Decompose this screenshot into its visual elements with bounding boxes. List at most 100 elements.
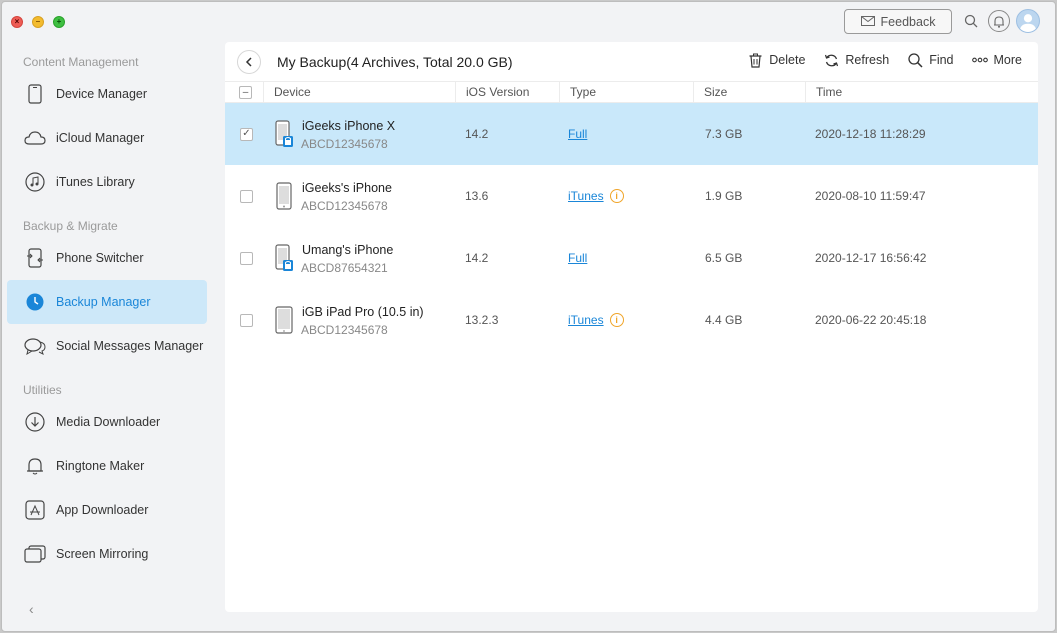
main-panel: My Backup(4 Archives, Total 20.0 GB) Del… (225, 42, 1038, 612)
row-checkbox[interactable]: ✓ (240, 127, 253, 141)
select-all-checkbox[interactable]: – (239, 86, 252, 99)
device-name: Umang's iPhone (302, 243, 394, 257)
app-store-icon (24, 499, 46, 521)
sidebar-item-app-downloader[interactable]: App Downloader (7, 488, 207, 532)
sidebar-item-itunes-library[interactable]: iTunes Library (7, 160, 207, 204)
user-avatar-icon[interactable] (1016, 9, 1040, 33)
notification-bell-icon[interactable] (988, 10, 1010, 32)
table-row[interactable]: iGeeks's iPhone ABCD12345678 13.6 iTunes… (225, 165, 1038, 227)
sidebar-item-label: iCloud Manager (56, 131, 145, 145)
row-checkbox-cell: ✓ (240, 103, 253, 165)
table-row[interactable]: iGB iPad Pro (10.5 in) ABCD12345678 13.2… (225, 289, 1038, 351)
device-id: ABCD12345678 (301, 137, 388, 151)
column-header-time[interactable]: Time (805, 82, 1038, 103)
column-header-device[interactable]: Device (263, 82, 453, 103)
music-icon (24, 171, 46, 193)
type-cell: Full (568, 103, 587, 165)
backup-type-link[interactable]: iTunes (568, 189, 604, 203)
delete-label: Delete (769, 53, 806, 67)
trash-icon (747, 52, 763, 68)
more-button[interactable]: More (971, 52, 1022, 68)
feedback-button[interactable]: Feedback (844, 9, 952, 34)
row-checkbox[interactable] (240, 189, 253, 203)
type-cell: Full (568, 227, 587, 289)
backup-type-link[interactable]: iTunes (568, 313, 604, 327)
minimize-window-button[interactable]: – (32, 16, 44, 28)
ios-version: 13.2.3 (465, 313, 499, 327)
ellipsis-icon (971, 52, 988, 68)
backup-size: 6.5 GB (705, 251, 743, 265)
cloud-icon (24, 127, 46, 149)
maximize-window-button[interactable]: + (53, 16, 65, 28)
download-icon (24, 411, 46, 433)
column-header-type[interactable]: Type (559, 82, 691, 103)
sidebar-item-ringtone-maker[interactable]: Ringtone Maker (7, 444, 207, 488)
sidebar-item-label: App Downloader (56, 503, 149, 517)
sidebar-item-label: Backup Manager (56, 295, 151, 309)
device-id: ABCD87654321 (301, 261, 388, 275)
column-header-size[interactable]: Size (693, 82, 803, 103)
mail-icon (860, 15, 875, 29)
delete-button[interactable]: Delete (747, 52, 805, 68)
backup-type-link[interactable]: Full (568, 127, 587, 141)
sidebar-item-social-messages-manager[interactable]: Social Messages Manager (7, 324, 207, 368)
magnifier-icon (907, 52, 923, 68)
refresh-button[interactable]: Refresh (823, 52, 889, 68)
refresh-label: Refresh (845, 53, 890, 67)
search-icon[interactable] (962, 12, 980, 30)
ios-version: 14.2 (465, 127, 489, 141)
sidebar: Content Management Device Manager iCloud… (2, 42, 224, 631)
find-button[interactable]: Find (907, 52, 954, 68)
row-checkbox-cell (240, 289, 253, 351)
clock-icon (24, 291, 46, 313)
sidebar-item-media-downloader[interactable]: Media Downloader (7, 400, 207, 444)
info-icon[interactable]: i (609, 313, 624, 327)
sidebar-item-device-manager[interactable]: Device Manager (7, 72, 207, 116)
backup-size: 1.9 GB (705, 189, 743, 203)
row-checkbox[interactable] (240, 251, 253, 265)
collapse-sidebar-button[interactable]: ‹ (29, 601, 34, 617)
refresh-icon (823, 52, 839, 68)
iphone-icon (276, 182, 292, 210)
row-checkbox-cell (240, 227, 253, 289)
iphone-locked-icon (275, 120, 293, 147)
row-checkbox[interactable] (240, 313, 253, 327)
sidebar-item-label: Device Manager (56, 87, 148, 101)
table-row[interactable]: ✓ iGeeks iPhone X ABCD12345678 14.2 Full… (225, 103, 1038, 165)
more-label: More (993, 53, 1022, 67)
backup-time: 2020-12-18 11:28:29 (815, 127, 926, 141)
device-name: iGB iPad Pro (10.5 in) (302, 305, 424, 319)
app-window: × – + Feedback Content Management Device… (1, 1, 1056, 632)
back-button[interactable] (237, 50, 261, 74)
bell-icon (24, 455, 46, 477)
device-name: iGeeks iPhone X (302, 119, 396, 133)
chevron-left-icon (245, 57, 252, 67)
section-label-utilities: Utilities (23, 383, 62, 397)
ios-version: 13.6 (465, 189, 489, 203)
sidebar-item-label: Screen Mirroring (56, 547, 149, 561)
sidebar-item-label: Ringtone Maker (56, 459, 145, 473)
device-name: iGeeks's iPhone (302, 181, 392, 195)
device-id: ABCD12345678 (301, 199, 388, 213)
close-window-button[interactable]: × (11, 16, 23, 28)
column-header-ios-version[interactable]: iOS Version (455, 82, 557, 103)
sidebar-item-label: Media Downloader (56, 415, 161, 429)
type-cell: iTunes i (568, 165, 624, 227)
info-icon[interactable]: i (609, 189, 624, 203)
table-row[interactable]: Umang's iPhone ABCD87654321 14.2 Full 6.… (225, 227, 1038, 289)
find-label: Find (929, 53, 954, 67)
backup-type-link[interactable]: Full (568, 251, 587, 265)
backup-size: 7.3 GB (705, 127, 743, 141)
ios-version: 14.2 (465, 251, 489, 265)
page-title: My Backup(4 Archives, Total 20.0 GB) (277, 54, 513, 70)
sidebar-item-screen-mirroring[interactable]: Screen Mirroring (7, 532, 207, 576)
sidebar-item-label: iTunes Library (56, 175, 135, 189)
sidebar-item-phone-switcher[interactable]: Phone Switcher (7, 236, 207, 280)
backup-size: 4.4 GB (705, 313, 743, 327)
sidebar-item-backup-manager[interactable]: Backup Manager (7, 280, 207, 324)
sidebar-item-icloud-manager[interactable]: iCloud Manager (7, 116, 207, 160)
type-cell: iTunes i (568, 289, 624, 351)
feedback-label: Feedback (880, 14, 936, 29)
row-checkbox-cell (240, 165, 253, 227)
select-all-cell: – (230, 82, 252, 103)
